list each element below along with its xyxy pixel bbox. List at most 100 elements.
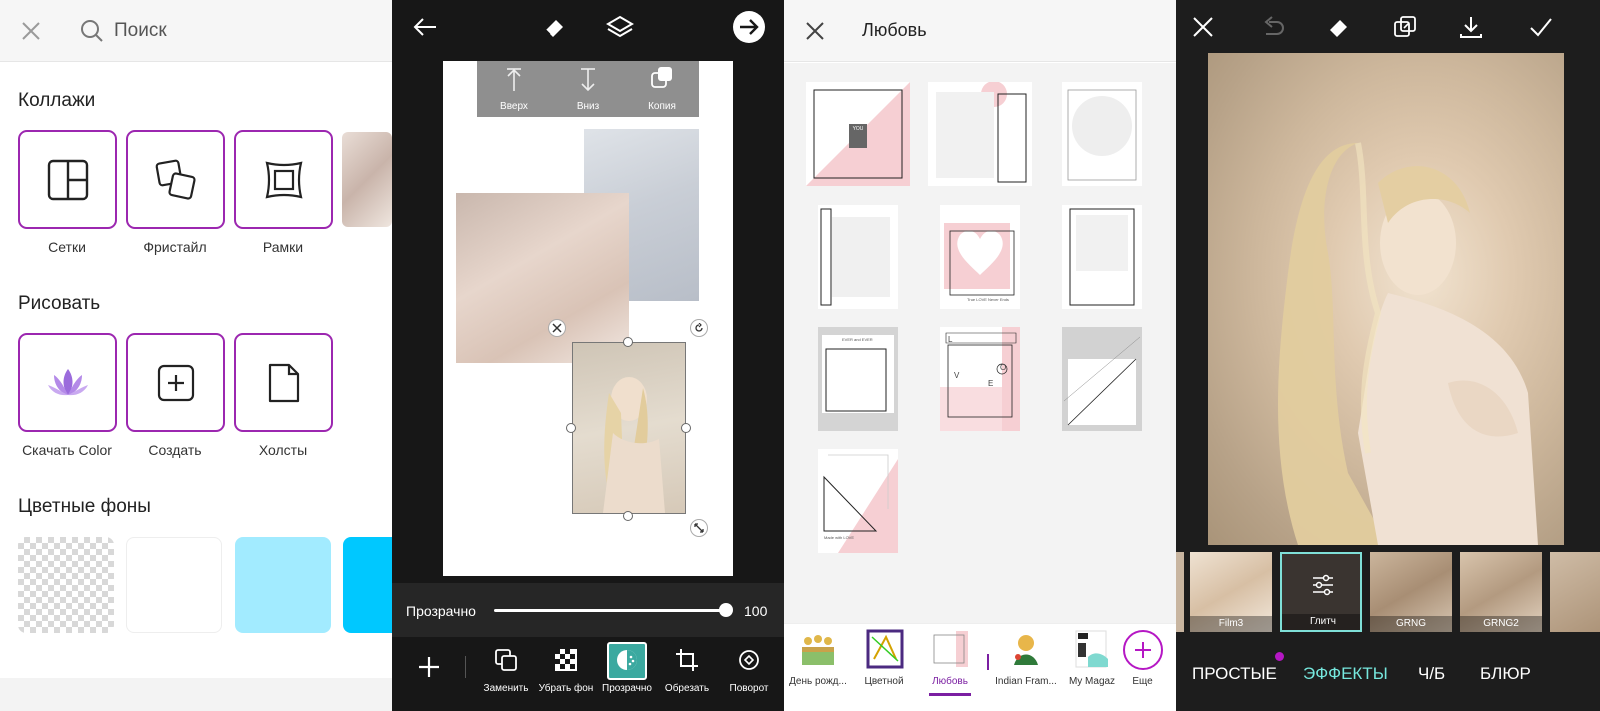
crop-icon: [676, 649, 698, 671]
filter-thumb-grng2[interactable]: GRNG2: [1460, 552, 1542, 632]
opacity-slider-thumb[interactable]: [719, 603, 733, 617]
close-icon[interactable]: [804, 20, 826, 42]
filter-thumb-partial[interactable]: [1550, 552, 1600, 632]
more-button[interactable]: [1123, 630, 1163, 670]
close-icon[interactable]: [1190, 14, 1216, 40]
category-tabs: День рожд... Цветной Любовь Indian Fram.…: [784, 623, 1176, 711]
collage-photo-selected[interactable]: [572, 342, 686, 514]
love-template-icon: [933, 631, 968, 667]
filter-thumb-grng[interactable]: GRNG: [1370, 552, 1452, 632]
resize-handle-top[interactable]: [623, 337, 633, 347]
opacity-value: 100: [744, 603, 768, 619]
tab-indian-frames[interactable]: Indian Fram...: [992, 624, 1060, 711]
undo-icon[interactable]: [1260, 14, 1286, 40]
document-icon: [268, 363, 299, 402]
filter-thumb-glitch[interactable]: Глитч: [1280, 552, 1362, 632]
move-up-button[interactable]: Вверх: [477, 61, 551, 117]
back-arrow-icon[interactable]: [412, 14, 438, 40]
create-tile[interactable]: [126, 333, 225, 432]
edited-photo[interactable]: [1208, 53, 1564, 545]
apply-check-icon[interactable]: [1528, 14, 1554, 40]
add-panel: Поиск Коллажи Сетки Фристайл Рамки Рисов…: [0, 0, 392, 711]
filter-label: GRNG2: [1460, 616, 1542, 632]
copy-label: Копия: [648, 101, 676, 112]
delete-layer-button[interactable]: [548, 319, 566, 337]
next-arrow-icon[interactable]: [732, 10, 766, 44]
copy-button[interactable]: Копия: [625, 61, 699, 117]
swatch-light-blue[interactable]: [235, 537, 331, 633]
category-blur[interactable]: БЛЮР: [1480, 664, 1531, 684]
template-card[interactable]: Made with LOVE: [818, 449, 898, 553]
template-card[interactable]: EVER and EVER: [818, 327, 898, 431]
search-input[interactable]: Поиск: [114, 20, 167, 42]
template-card[interactable]: YOU: [806, 82, 910, 186]
opacity-label: Прозрачно: [406, 603, 476, 619]
template-card[interactable]: L O V E: [940, 327, 1020, 431]
move-up-label: Вверх: [500, 101, 528, 112]
template-art: [1062, 327, 1142, 431]
resize-handle-left[interactable]: [566, 423, 576, 433]
collage-thumbnail[interactable]: [342, 132, 392, 227]
freestyle-tile-label: Фристайл: [143, 239, 207, 255]
close-icon[interactable]: [20, 20, 42, 42]
tab-love[interactable]: Любовь: [916, 624, 984, 711]
download-color-label: Скачать Color: [22, 442, 112, 458]
move-down-button[interactable]: Вниз: [551, 61, 625, 117]
tab-birthday[interactable]: День рожд...: [784, 624, 852, 711]
lotus-icon: [47, 368, 88, 395]
collage-photo-necklace[interactable]: [456, 193, 629, 363]
search-icon[interactable]: [80, 19, 104, 43]
crop-tool[interactable]: Обрезать: [652, 642, 722, 702]
template-card[interactable]: True LOVE Never Ends: [940, 205, 1020, 309]
layers-icon[interactable]: [606, 13, 634, 41]
plus-icon: [1135, 642, 1151, 658]
rotate-layer-button[interactable]: [690, 319, 708, 337]
compare-icon[interactable]: [1392, 14, 1418, 40]
resize-handle-bottom[interactable]: [623, 511, 633, 521]
template-art: [944, 223, 1015, 296]
template-card[interactable]: [1062, 205, 1142, 309]
swatch-transparent[interactable]: [18, 537, 114, 633]
section-title-collages: Коллажи: [18, 90, 96, 111]
resize-handle-right[interactable]: [681, 423, 691, 433]
template-card[interactable]: [818, 205, 898, 309]
opacity-slider[interactable]: [494, 609, 726, 612]
rotate-label: Поворот: [729, 683, 769, 694]
remove-bg-tool[interactable]: Убрать фон: [531, 642, 601, 702]
layer-context-menu: Вверх Вниз Копия: [477, 61, 699, 117]
download-icon[interactable]: [1458, 14, 1484, 40]
frames-tile[interactable]: [234, 130, 333, 229]
category-simple[interactable]: ПРОСТЫЕ: [1192, 664, 1277, 684]
swatch-cyan[interactable]: [343, 537, 392, 633]
tab-more[interactable]: Еще: [1109, 624, 1176, 711]
grid-tile[interactable]: [18, 130, 117, 229]
birthday-cake-icon: [802, 635, 834, 665]
download-color-tile[interactable]: [18, 333, 117, 432]
canvases-tile[interactable]: [234, 333, 333, 432]
tab-colored[interactable]: Цветной: [850, 624, 918, 711]
filter-thumb-partial[interactable]: [1176, 552, 1184, 632]
template-card[interactable]: [928, 82, 1032, 186]
filter-thumb-film3[interactable]: Film3: [1190, 552, 1272, 632]
toolbar-divider: [465, 656, 466, 678]
template-card[interactable]: [1062, 327, 1142, 431]
eraser-icon[interactable]: [542, 14, 568, 40]
template-art: [806, 82, 910, 186]
woman-portrait-illustration: [603, 377, 665, 513]
swatch-white[interactable]: [126, 537, 222, 633]
move-down-label: Вниз: [576, 101, 600, 112]
template-card[interactable]: [1062, 82, 1142, 186]
replace-icon: [495, 649, 517, 671]
rotate-tool[interactable]: Поворот: [714, 642, 784, 702]
freestyle-icon: [155, 159, 196, 200]
add-icon[interactable]: [418, 656, 440, 678]
category-effects[interactable]: ЭФФЕКТЫ: [1303, 664, 1388, 684]
screenshot-root: Поиск Коллажи Сетки Фристайл Рамки Рисов…: [0, 0, 1600, 711]
freestyle-tile[interactable]: [126, 130, 225, 229]
template-letter-o: O: [1000, 363, 1007, 372]
category-bw[interactable]: Ч/Б: [1418, 664, 1445, 684]
eraser-icon[interactable]: [1326, 14, 1352, 40]
templates-title: Любовь: [862, 20, 927, 40]
scale-layer-button[interactable]: [690, 519, 708, 537]
crop-label: Обрезать: [664, 683, 710, 694]
